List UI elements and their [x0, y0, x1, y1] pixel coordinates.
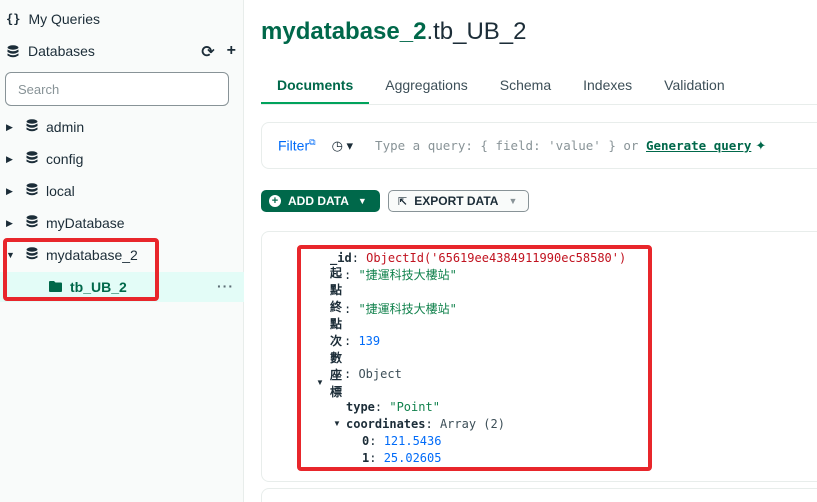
- tree-item-local[interactable]: ▶ local: [0, 176, 244, 206]
- field-value: 121.5436: [383, 434, 442, 448]
- tree-item-label: config: [46, 151, 84, 167]
- generate-query-link[interactable]: Generate query: [646, 138, 751, 153]
- field-value: 25.02605: [383, 451, 442, 465]
- tree-item-label: myDatabase: [46, 215, 125, 231]
- tab-bar: Documents Aggregations Schema Indexes Va…: [261, 72, 741, 105]
- caret-down-icon: ▼: [508, 196, 518, 206]
- field-value: Object: [358, 367, 402, 381]
- collection-label: tb_UB_2: [70, 279, 127, 295]
- filter-link[interactable]: Filter⧉: [278, 137, 316, 154]
- add-data-button[interactable]: + ADD DATA ▼: [261, 190, 380, 212]
- braces-icon: {}: [6, 12, 21, 26]
- caret-right-icon[interactable]: ▶: [6, 218, 16, 229]
- query-placeholder: Type a query: { field: 'value' } or: [375, 138, 646, 153]
- tree-item-collection[interactable]: tb_UB_2 ···: [0, 272, 244, 302]
- add-icon[interactable]: +: [227, 42, 236, 62]
- document-card-next: [261, 488, 817, 502]
- field-value: "Point": [389, 400, 440, 414]
- query-bar[interactable]: Filter⧉ ◷ ▾ Type a query: { field: 'valu…: [261, 122, 817, 169]
- export-icon: ⇱: [398, 195, 408, 208]
- plus-circle-icon: +: [269, 195, 281, 207]
- tab-indexes[interactable]: Indexes: [567, 72, 648, 105]
- history-clock-icon[interactable]: ◷ ▾: [332, 138, 353, 154]
- caret-down-icon: ▼: [357, 196, 367, 206]
- search-input[interactable]: [5, 72, 229, 106]
- add-data-label: ADD DATA: [288, 194, 349, 208]
- more-options-icon[interactable]: ···: [217, 278, 234, 294]
- tree-item-label: local: [46, 183, 75, 199]
- field-coord-0: 0: 121.5436: [362, 434, 442, 448]
- database-icon: [26, 215, 38, 231]
- sidebar: {} My Queries Databases ⟳ + ▶ admin ▶ co…: [0, 0, 244, 502]
- field-coordinates: coordinates: Array (2): [346, 417, 505, 431]
- field-key: type: [346, 400, 375, 414]
- field-count: : 139: [344, 334, 381, 348]
- export-data-label: EXPORT DATA: [414, 194, 499, 208]
- filter-label: Filter: [278, 137, 310, 154]
- folder-icon: [49, 279, 62, 295]
- database-icon: [26, 183, 38, 199]
- field-type: type: "Point": [346, 400, 440, 414]
- field-key-count: 次數: [330, 334, 343, 365]
- caret-down-icon[interactable]: ▼: [333, 419, 341, 428]
- field-key-coord: 座標: [330, 368, 343, 399]
- title-database: mydatabase_2: [261, 18, 427, 45]
- caret-right-icon[interactable]: ▶: [6, 186, 16, 197]
- tree-item-label: admin: [46, 119, 85, 135]
- page-title: mydatabase_2.tb_UB_2: [261, 18, 527, 46]
- caret-right-icon[interactable]: ▶: [6, 122, 16, 133]
- tree-item-admin[interactable]: ▶ admin: [0, 112, 244, 142]
- field-id: _id: ObjectId('65619ee4384911990ec58580'…: [330, 251, 627, 265]
- field-coord: : Object: [344, 367, 402, 381]
- tree-item-mydatabase-2[interactable]: ▼ mydatabase_2: [0, 240, 244, 270]
- tab-schema[interactable]: Schema: [484, 72, 567, 105]
- database-icon: [26, 247, 38, 263]
- tabs-divider: [261, 104, 817, 105]
- my-queries-label: My Queries: [28, 11, 101, 27]
- field-value: Array (2): [439, 417, 505, 431]
- tree-item-config[interactable]: ▶ config: [0, 144, 244, 174]
- tab-documents[interactable]: Documents: [261, 72, 370, 105]
- tab-validation[interactable]: Validation: [648, 72, 740, 105]
- caret-down-icon[interactable]: ▼: [6, 250, 16, 260]
- tree-item-mydatabase[interactable]: ▶ myDatabase: [0, 208, 244, 238]
- field-key: coordinates: [346, 417, 426, 431]
- databases-header[interactable]: Databases ⟳ +: [0, 36, 244, 66]
- database-icon: [6, 44, 20, 58]
- field-coord-1: 1: 25.02605: [362, 451, 442, 465]
- field-end: : "捷運科技大樓站": [344, 302, 457, 316]
- query-input[interactable]: Type a query: { field: 'value' } or Gene…: [375, 138, 751, 153]
- field-value: 139: [358, 334, 381, 348]
- field-value: ObjectId('65619ee4384911990ec58580'): [366, 251, 627, 265]
- external-link-icon: ⧉: [309, 137, 316, 148]
- export-data-button[interactable]: ⇱ EXPORT DATA ▼: [388, 190, 529, 212]
- field-value: "捷運科技大樓站": [358, 302, 457, 316]
- field-key: _id: [330, 251, 352, 265]
- caret-down-icon[interactable]: ▼: [316, 378, 324, 387]
- title-collection: .tb_UB_2: [426, 18, 527, 45]
- tab-aggregations[interactable]: Aggregations: [369, 72, 484, 105]
- sparkle-icon: ✦: [755, 137, 767, 153]
- field-key-start: 起點: [330, 266, 343, 297]
- my-queries-item[interactable]: {} My Queries: [0, 4, 244, 34]
- tree-item-label: mydatabase_2: [46, 247, 138, 263]
- field-key-end: 終點: [330, 300, 343, 331]
- caret-right-icon[interactable]: ▶: [6, 154, 16, 165]
- databases-label: Databases: [28, 43, 95, 59]
- database-icon: [26, 151, 38, 167]
- field-start: : "捷運科技大樓站": [344, 268, 457, 282]
- database-icon: [26, 119, 38, 135]
- field-value: "捷運科技大樓站": [358, 268, 457, 282]
- refresh-icon[interactable]: ⟳: [201, 42, 214, 62]
